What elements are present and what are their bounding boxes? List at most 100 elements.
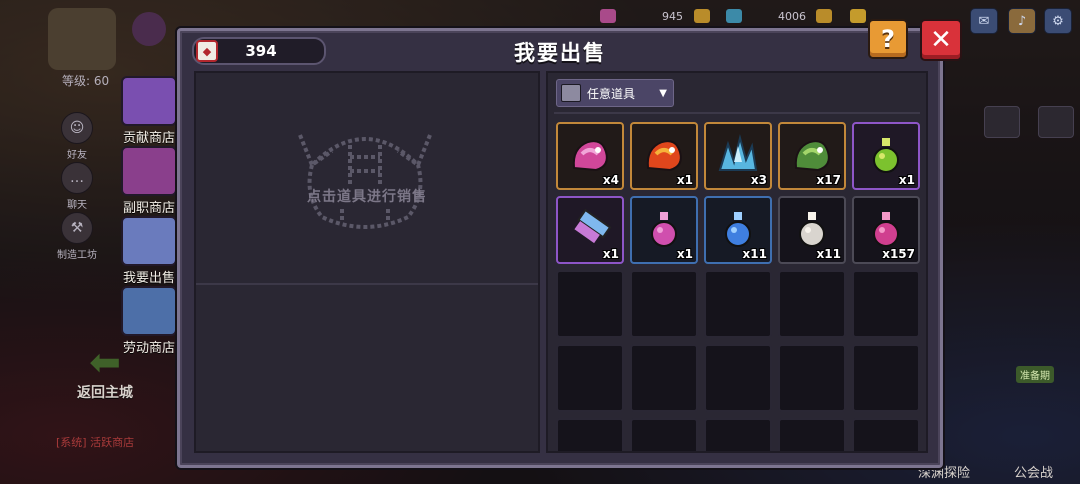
contribution-shop-icon: [121, 76, 177, 126]
empty-inventory-slot: [778, 418, 846, 451]
side-friends[interactable]: ☺ 好友: [52, 112, 102, 161]
item-quantity: x1: [898, 173, 915, 187]
empty-inventory-slot: [556, 418, 624, 451]
sell-coin-counter: ◆ 394: [192, 37, 326, 65]
white-potion-icon: [799, 212, 825, 247]
menu-sell[interactable]: 我要出售: [120, 216, 178, 286]
back-to-city-label: 返回主城: [77, 385, 133, 401]
item-quantity: x17: [816, 173, 841, 187]
settings-gear-icon[interactable]: ⚙: [1044, 8, 1072, 34]
item-quantity: x1: [676, 247, 693, 261]
fire-dragon-icon: [646, 140, 682, 172]
menu-sidejob-shop[interactable]: 副职商店: [120, 146, 178, 216]
empty-inventory-slot: [852, 344, 920, 412]
resource-crystal-icon: [726, 9, 742, 23]
resource-2: 4006: [778, 10, 806, 23]
empty-inventory-slot: [630, 418, 698, 451]
pink-potion-large-icon: [873, 212, 899, 247]
back-to-city-button[interactable]: ⬅ 返回主城: [60, 342, 150, 402]
side-workshop[interactable]: ⚒ 制造工坊: [52, 212, 102, 261]
resource-1: 945: [662, 10, 683, 23]
empty-inventory-slot: [556, 344, 624, 412]
sidejob-shop-icon: [121, 146, 177, 196]
sell-coin-value: 394: [245, 42, 277, 60]
inventory-slot[interactable]: x1: [556, 196, 624, 264]
menu-contribution-shop[interactable]: 贡献商店: [120, 76, 178, 146]
blue-potion-icon: [725, 212, 751, 247]
empty-inventory-slot: [852, 270, 920, 338]
filter-label: 任意道具: [587, 86, 636, 101]
inventory-slot[interactable]: x11: [778, 196, 846, 264]
inventory-slot[interactable]: x11: [704, 196, 772, 264]
sell-dialog: 我要出售 ◆ 394 ? ✕ 点击道具进行销售 任意道具 ▼ x4 x1 x3 x17…: [177, 19, 962, 468]
sell-token-icon: ◆: [196, 40, 218, 62]
player-level: 等级: 60: [62, 74, 110, 88]
item-quantity: x1: [676, 173, 693, 187]
garage-icon[interactable]: [984, 106, 1020, 138]
emblem-icon[interactable]: [132, 12, 166, 46]
menu-label: 我要出售: [122, 271, 175, 286]
inventory-slot[interactable]: x157: [852, 196, 920, 264]
workshop-icon: ⚒: [61, 212, 93, 244]
resource-gem-icon: [600, 9, 616, 23]
chest-icon: [561, 84, 581, 102]
empty-inventory-slot: [630, 270, 698, 338]
crystal-scroll-icon: [574, 208, 612, 244]
guild-war-label[interactable]: 公会战: [1014, 462, 1053, 481]
back-arrow-icon: ⬅: [89, 340, 121, 384]
help-button[interactable]: ?: [868, 19, 908, 59]
empty-ghost-icon: [298, 134, 432, 229]
side-friends-label: 好友: [67, 150, 87, 161]
sell-coins-icon: [121, 216, 177, 266]
divider: [554, 112, 920, 114]
side-chat[interactable]: … 聊天: [52, 162, 102, 211]
close-button[interactable]: ✕: [920, 19, 962, 61]
inventory-slot[interactable]: x1: [852, 122, 920, 190]
labor-shop-icon: [121, 286, 177, 336]
item-quantity: x11: [742, 247, 767, 261]
chat-icon: …: [61, 162, 93, 194]
empty-inventory-slot: [778, 270, 846, 338]
empty-inventory-slot: [630, 344, 698, 412]
inventory-slot[interactable]: x17: [778, 122, 846, 190]
sell-drop-zone[interactable]: 点击道具进行销售: [196, 73, 538, 285]
empty-inventory-slot: [704, 344, 772, 412]
empty-inventory-slot: [704, 418, 772, 451]
item-filter-dropdown[interactable]: 任意道具 ▼: [556, 79, 674, 107]
inventory-slot[interactable]: x3: [704, 122, 772, 190]
ice-crystal-icon: [718, 134, 758, 171]
green-dragon-icon: [794, 140, 830, 172]
pink-potion-small-icon: [651, 212, 677, 247]
green-potion-icon: [873, 138, 899, 173]
mail-icon[interactable]: ✉: [970, 8, 998, 34]
resource-plus-icon-2[interactable]: [816, 9, 832, 23]
resource-coin-icon: [850, 9, 866, 23]
sound-icon[interactable]: ♪: [1008, 8, 1036, 34]
inventory-slot[interactable]: x1: [630, 122, 698, 190]
inventory-panel: 任意道具 ▼ x4 x1 x3 x17 x1 x1 x1 x11 x11 x157: [546, 71, 928, 453]
inventory-slot[interactable]: x1: [630, 196, 698, 264]
empty-inventory-slot: [778, 344, 846, 412]
item-quantity: x4: [602, 173, 619, 187]
empty-inventory-slot: [704, 270, 772, 338]
item-quantity: x3: [750, 173, 767, 187]
sell-panel: 点击道具进行销售: [194, 71, 540, 453]
character-icon[interactable]: [1038, 106, 1074, 138]
menu-label: 副职商店: [122, 201, 175, 216]
inventory-slot[interactable]: x4: [556, 122, 624, 190]
pink-creature-icon: [572, 140, 608, 172]
friends-icon: ☺: [61, 112, 93, 144]
player-avatar[interactable]: [48, 8, 116, 70]
menu-label: 贡献商店: [122, 131, 175, 146]
sell-hint: 点击道具进行销售: [307, 189, 427, 205]
chevron-down-icon: ▼: [659, 87, 667, 99]
side-workshop-label: 制造工坊: [57, 250, 97, 261]
item-quantity: x157: [882, 247, 915, 261]
item-quantity: x1: [602, 247, 619, 261]
inventory-grid: x4 x1 x3 x17 x1 x1 x1 x11 x11 x157: [556, 122, 920, 451]
prep-badge: 准备期: [1016, 366, 1054, 383]
empty-inventory-slot: [852, 418, 920, 451]
system-chat-line: [系统] 活跃商店: [56, 436, 135, 449]
resource-plus-icon[interactable]: [694, 9, 710, 23]
side-chat-label: 聊天: [67, 200, 87, 211]
